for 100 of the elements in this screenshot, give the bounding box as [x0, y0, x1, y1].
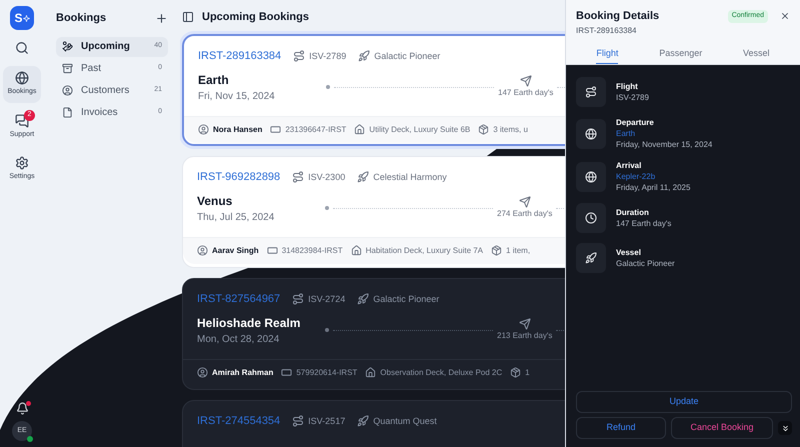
- sidebar-toggle-icon[interactable]: [182, 11, 194, 23]
- document-icon: [62, 107, 73, 118]
- arrow-icon: [518, 318, 531, 330]
- booking-id: IRST-289163384: [576, 24, 638, 36]
- flight-number: ISV-2789: [309, 50, 346, 62]
- rocket-icon: [585, 252, 597, 264]
- rocket-icon: [358, 50, 370, 62]
- user-icon: [62, 85, 73, 96]
- update-button[interactable]: Update: [576, 391, 792, 413]
- user-icon: [197, 245, 208, 256]
- vessel-name: Quantum Quest: [373, 414, 437, 428]
- flight-number: ISV-2517: [308, 414, 346, 428]
- globe-icon: [585, 170, 597, 182]
- settings-icon: [15, 156, 29, 170]
- ticket-number: 314823984-IRST: [282, 244, 343, 256]
- planet-link[interactable]: Earth: [616, 128, 712, 139]
- detail-value: Friday, April 11, 2025: [616, 182, 690, 193]
- departure-date: Thu, Jul 25, 2024: [197, 210, 276, 224]
- rocket-icon: [357, 293, 370, 306]
- arrow-icon: [518, 196, 531, 208]
- house-icon: [365, 367, 376, 378]
- floating-action-icon[interactable]: [778, 421, 792, 435]
- booking-card[interactable]: IRST-827564967 ISV-2724 Galactic Pioneer Helioshade Realm Mon, Oct 28, 2024 213 Earth day's Amirah Rahman 579920614-IRST Observation Deck, Deluxe Pod 2C 1: [182, 278, 565, 390]
- detail-value: ISV-2789: [616, 92, 649, 103]
- ticket-icon: [266, 245, 278, 256]
- details-tab[interactable]: Passenger: [659, 46, 702, 64]
- luggage-icon: [491, 245, 502, 256]
- luggage-items: 3 items, u: [493, 124, 528, 136]
- route-icon: [292, 415, 304, 428]
- page-title: Upcoming Bookings: [202, 10, 309, 25]
- trip-duration: 274 Earth day's: [497, 208, 552, 220]
- close-icon[interactable]: [780, 11, 790, 22]
- destination: Venus: [197, 192, 234, 210]
- rocket-icon: [357, 415, 370, 428]
- ticket-icon: [270, 124, 282, 135]
- house-icon: [350, 245, 362, 256]
- chat-icon: [15, 114, 29, 128]
- app-logo[interactable]: S: [10, 6, 34, 30]
- luggage-items: 1: [525, 366, 530, 378]
- passenger-name: Amirah Rahman: [212, 366, 274, 378]
- booking-card[interactable]: IRST-289163384 ISV-2789 Galactic Pioneer Earth Fri, Nov 15, 2024 147 Earth day's Nora Hansen 231396647-IRST Utility Deck, Luxury Suite 6B 3 items, u: [182, 34, 565, 146]
- user-icon: [198, 124, 209, 135]
- cabin: Utility Deck, Luxury Suite 6B: [369, 124, 470, 136]
- booking-card[interactable]: IRST-969282898 ISV-2300 Celestial Harmony Venus Thu, Jul 25, 2024 274 Earth day's Aarav Singh 314823984-IRST Habitation Deck, Luxury Suite 7A 1 item,: [182, 156, 565, 268]
- detail-value: Friday, November 15, 2024: [616, 139, 712, 150]
- cabin: Observation Deck, Deluxe Pod 2C: [380, 366, 502, 378]
- departure-date: Mon, Oct 28, 2024: [197, 332, 280, 346]
- hand-icon: [62, 41, 73, 52]
- passenger-name: Nora Hansen: [213, 124, 262, 136]
- panel-title: Bookings: [56, 11, 106, 26]
- luggage-items: 1 item,: [506, 244, 530, 256]
- detail-label: Arrival: [616, 160, 642, 171]
- cancel-booking-button[interactable]: Cancel Booking: [671, 417, 773, 439]
- booking-id[interactable]: IRST-969282898: [197, 169, 280, 186]
- ticket-number: 579920614-IRST: [296, 366, 358, 378]
- luggage-icon: [478, 124, 490, 135]
- detail-label: Departure: [616, 117, 655, 128]
- detail-label: Vessel: [616, 247, 642, 258]
- destination: Earth: [198, 72, 230, 88]
- add-icon[interactable]: [155, 12, 168, 25]
- detail-value: 147 Earth day's: [616, 218, 672, 229]
- details-tab[interactable]: Flight: [596, 46, 618, 64]
- route-icon: [585, 86, 597, 98]
- route-icon: [293, 50, 306, 62]
- trip-duration: 147 Earth day's: [498, 87, 554, 99]
- globe-icon: [15, 71, 29, 85]
- sparkle-icon: [22, 14, 30, 22]
- ticket-icon: [281, 367, 292, 378]
- refund-button[interactable]: Refund: [576, 417, 666, 439]
- booking-id[interactable]: IRST-289163384: [198, 48, 282, 64]
- detail-value: Galactic Pioneer: [616, 258, 675, 269]
- details-tab[interactable]: Vessel: [743, 46, 770, 64]
- house-icon: [354, 124, 366, 135]
- vessel-name: Galactic Pioneer: [374, 50, 440, 62]
- booking-id[interactable]: IRST-274554354: [197, 413, 280, 430]
- flight-number: ISV-2300: [308, 170, 346, 184]
- departure-date: Fri, Nov 15, 2024: [198, 90, 276, 104]
- archive-icon: [62, 63, 73, 74]
- detail-label: Duration: [616, 207, 650, 218]
- passenger-name: Aarav Singh: [212, 244, 259, 256]
- planet-link[interactable]: Kepler-22b: [616, 171, 690, 182]
- clock-icon: [585, 212, 597, 224]
- route-icon: [292, 171, 304, 184]
- booking-card[interactable]: IRST-274554354 ISV-2517 Quantum Quest: [182, 400, 565, 447]
- user-icon: [197, 367, 208, 378]
- notification-bell-icon[interactable]: [16, 402, 28, 415]
- detail-label: Flight: [616, 81, 639, 92]
- ticket-number: 231396647-IRST: [285, 124, 346, 136]
- arrow-icon: [520, 75, 532, 87]
- destination: Helioshade Realm: [197, 314, 302, 332]
- flight-number: ISV-2724: [308, 292, 346, 306]
- trip-duration: 213 Earth day's: [497, 330, 552, 342]
- route-icon: [292, 293, 304, 306]
- vessel-name: Galactic Pioneer: [373, 292, 440, 306]
- luggage-icon: [510, 367, 522, 378]
- search-icon: [15, 41, 29, 55]
- details-title: Booking Details: [576, 9, 660, 24]
- booking-id[interactable]: IRST-827564967: [197, 291, 280, 308]
- cabin: Habitation Deck, Luxury Suite 7A: [366, 244, 484, 256]
- globe-icon: [585, 128, 597, 140]
